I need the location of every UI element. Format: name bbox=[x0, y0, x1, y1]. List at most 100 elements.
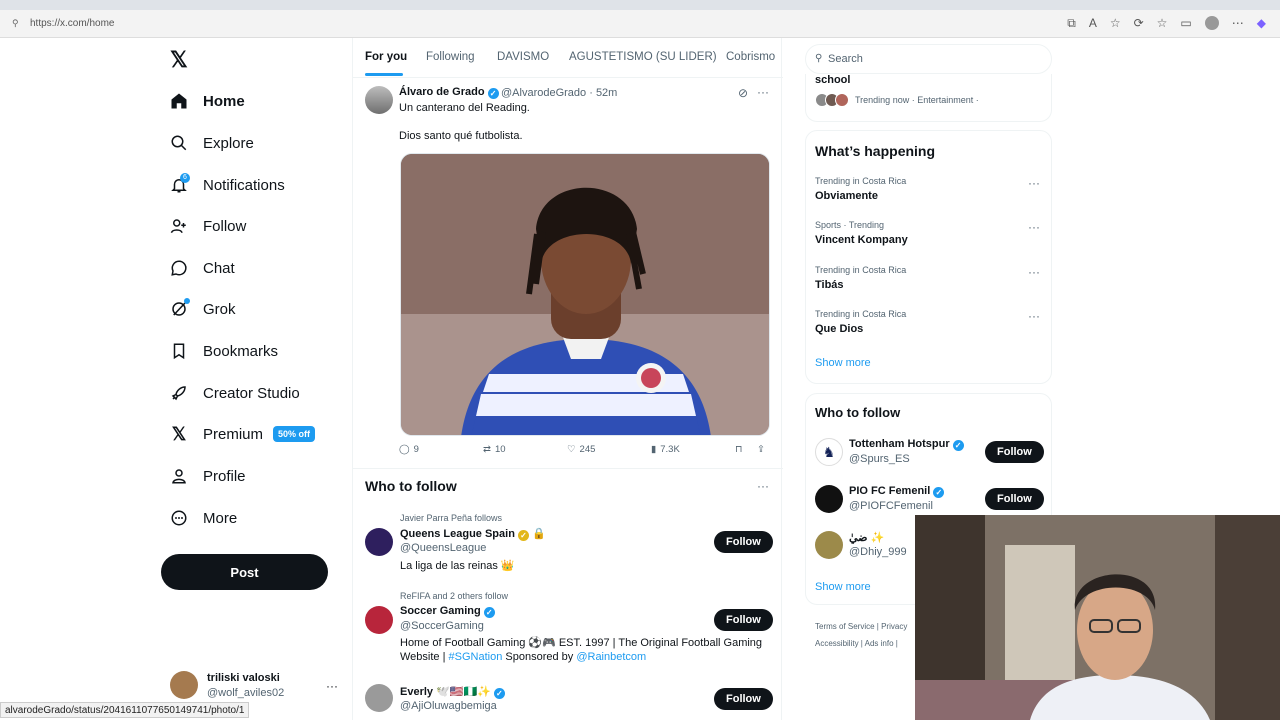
post-button[interactable]: Post bbox=[161, 554, 328, 590]
webcam-video bbox=[915, 515, 1280, 720]
hashtag-link[interactable]: #SGNation bbox=[449, 651, 503, 663]
suggestion-name[interactable]: PIO FC Femenil ✓ bbox=[849, 485, 945, 498]
tab-cobrismo[interactable]: Cobrismo bbox=[726, 51, 775, 63]
premium-discount-badge: 50% off bbox=[273, 426, 316, 442]
settings-more-icon[interactable]: ⋯ bbox=[1232, 16, 1244, 31]
trend-item[interactable]: Trending in Costa Rica Obviamente ··· bbox=[815, 176, 1045, 202]
footer-links[interactable]: Accessibility | Ads info | bbox=[815, 639, 898, 648]
tab-agustetismo[interactable]: AGUSTETISMO (SU LIDER) bbox=[569, 51, 717, 63]
nav-premium[interactable]: 𝕏 Premium 50% off bbox=[170, 420, 316, 448]
show-more-link[interactable]: Show more bbox=[815, 357, 871, 369]
suggestion-name[interactable]: ضيٰ ✨ bbox=[849, 531, 884, 544]
nav-profile[interactable]: Profile bbox=[170, 462, 246, 490]
refresh-icon[interactable]: ⟳ bbox=[1134, 16, 1144, 31]
nav-home[interactable]: Home bbox=[170, 87, 245, 115]
more-icon[interactable]: ··· bbox=[1028, 220, 1040, 234]
nav-creator-studio[interactable]: Creator Studio bbox=[170, 379, 300, 407]
trend-title[interactable]: school bbox=[815, 74, 850, 86]
share-icon: ⇪ bbox=[757, 444, 765, 455]
follow-button[interactable]: Follow bbox=[985, 488, 1044, 510]
more-icon[interactable]: ··· bbox=[1028, 309, 1040, 323]
bell-icon: 6 bbox=[170, 173, 190, 194]
nav-grok[interactable]: Grok bbox=[170, 295, 236, 323]
more-icon[interactable]: ··· bbox=[1028, 265, 1040, 279]
tab-following[interactable]: Following bbox=[426, 51, 475, 63]
trend-item[interactable]: Trending in Costa Rica Tibás ··· bbox=[815, 265, 1045, 291]
nav-more[interactable]: More bbox=[170, 504, 237, 532]
verified-badge-icon: ✓ bbox=[933, 487, 945, 498]
address-bar[interactable]: https://x.com/home bbox=[30, 18, 114, 29]
nav-label: Profile bbox=[203, 467, 246, 485]
suggestion-name[interactable]: Everly 🕊️🇺🇸🇳🇬✨ ✓ bbox=[400, 685, 505, 699]
follow-button[interactable]: Follow bbox=[714, 609, 773, 631]
trend-meta: Trending in Costa Rica bbox=[815, 309, 907, 319]
tab-davismo[interactable]: DAVISMO bbox=[497, 51, 549, 63]
favorite-star-icon[interactable]: ☆ bbox=[1110, 16, 1121, 31]
browser-tab-strip[interactable] bbox=[0, 0, 1280, 10]
avatar[interactable] bbox=[365, 606, 393, 634]
follow-suggestion[interactable]: Javier Parra Peña follows Queens League … bbox=[365, 510, 775, 580]
follow-suggestion[interactable]: ReFIFA and 2 others follow Soccer Gaming… bbox=[365, 590, 775, 670]
more-icon[interactable]: ··· bbox=[757, 85, 769, 99]
grok-explain-icon[interactable]: ⊘ bbox=[738, 86, 748, 100]
follow-suggestion[interactable]: ♞ Tottenham Hotspur ✓ @Spurs_ES Follow bbox=[815, 438, 1045, 468]
avatar bbox=[835, 93, 849, 107]
follow-button[interactable]: Follow bbox=[985, 441, 1044, 463]
avatar[interactable] bbox=[815, 531, 843, 559]
rocket-icon bbox=[170, 384, 188, 402]
tab-for-you[interactable]: For you bbox=[365, 51, 407, 63]
account-switcher[interactable]: triliski valoski @wolf_aviles02 ··· bbox=[170, 669, 350, 703]
verified-badge-icon: ✓ bbox=[487, 88, 499, 99]
tweet-time[interactable]: 52m bbox=[596, 87, 617, 99]
nav-notifications[interactable]: 6 Notifications bbox=[170, 171, 285, 199]
author-name-text: Álvaro de Grado bbox=[399, 86, 485, 98]
name-text: Tottenham Hotspur bbox=[849, 438, 950, 450]
avatar[interactable]: ♞ bbox=[815, 438, 843, 466]
more-icon[interactable]: ··· bbox=[326, 679, 338, 693]
tweet-photo[interactable] bbox=[400, 153, 770, 436]
suggestion-name[interactable]: Queens League Spain ✓ 🔒 bbox=[400, 527, 546, 541]
reply-button[interactable]: ◯ 9 bbox=[399, 444, 419, 455]
follow-button[interactable]: Follow bbox=[714, 688, 773, 710]
profile-avatar-icon[interactable] bbox=[1204, 16, 1219, 30]
collections-icon[interactable]: ☆ bbox=[1157, 16, 1168, 31]
bio-text: Sponsored by bbox=[502, 651, 577, 663]
nav-follow[interactable]: Follow bbox=[170, 212, 246, 240]
x-logo-icon[interactable]: 𝕏 bbox=[170, 47, 188, 73]
more-icon[interactable]: ··· bbox=[1028, 176, 1040, 190]
views-button[interactable]: ▮ 7.3K bbox=[651, 444, 680, 455]
lock-icon[interactable]: ⚲ bbox=[12, 18, 22, 28]
retweet-button[interactable]: ⇄ 10 bbox=[483, 444, 506, 455]
show-more-link[interactable]: Show more bbox=[815, 581, 871, 593]
read-aloud-icon[interactable]: A bbox=[1089, 16, 1097, 31]
suggestion-name[interactable]: Soccer Gaming ✓ bbox=[400, 605, 495, 618]
more-circle-icon bbox=[170, 509, 188, 527]
trend-item[interactable]: Trending in Costa Rica Que Dios ··· bbox=[815, 309, 1045, 335]
social-context: ReFIFA and 2 others follow bbox=[400, 591, 509, 601]
more-icon[interactable]: ··· bbox=[757, 479, 769, 493]
like-button[interactable]: ♡ 245 bbox=[567, 444, 595, 455]
nav-explore[interactable]: Explore bbox=[170, 129, 254, 157]
share-button[interactable]: ⇪ bbox=[757, 444, 765, 455]
follow-button[interactable]: Follow bbox=[714, 531, 773, 553]
avatar[interactable] bbox=[365, 684, 393, 712]
mention-link[interactable]: @Rainbetcom bbox=[576, 651, 646, 663]
tweet-author-name[interactable]: Álvaro de Grado ✓ bbox=[399, 86, 499, 99]
avatar[interactable] bbox=[365, 528, 393, 556]
bookmark-button[interactable]: ⊓ bbox=[735, 444, 742, 455]
split-screen-icon[interactable]: ▭ bbox=[1180, 16, 1191, 31]
nav-chat[interactable]: Chat bbox=[170, 254, 235, 282]
follow-suggestion[interactable]: PIO FC Femenil ✓ @PIOFCFemenil Follow bbox=[815, 485, 1045, 515]
copilot-icon[interactable]: ◆ bbox=[1257, 16, 1266, 31]
suggestion-name[interactable]: Tottenham Hotspur ✓ bbox=[849, 438, 964, 451]
like-count: 245 bbox=[579, 444, 596, 455]
follow-suggestion[interactable]: Everly 🕊️🇺🇸🇳🇬✨ ✓ @AjiOluwagbemiga Follow bbox=[365, 683, 775, 720]
translate-icon[interactable]: ⧉ bbox=[1067, 16, 1076, 31]
nav-bookmarks[interactable]: Bookmarks bbox=[170, 337, 278, 365]
avatar[interactable] bbox=[815, 485, 843, 513]
footer-links[interactable]: Terms of Service | Privacy bbox=[815, 622, 907, 631]
tweet-handle[interactable]: @AlvarodeGrado bbox=[501, 87, 586, 99]
avatar[interactable] bbox=[365, 86, 393, 114]
trend-item[interactable]: Sports · Trending Vincent Kompany ··· bbox=[815, 220, 1045, 246]
search-box[interactable]: ⚲ Search bbox=[805, 44, 1052, 74]
